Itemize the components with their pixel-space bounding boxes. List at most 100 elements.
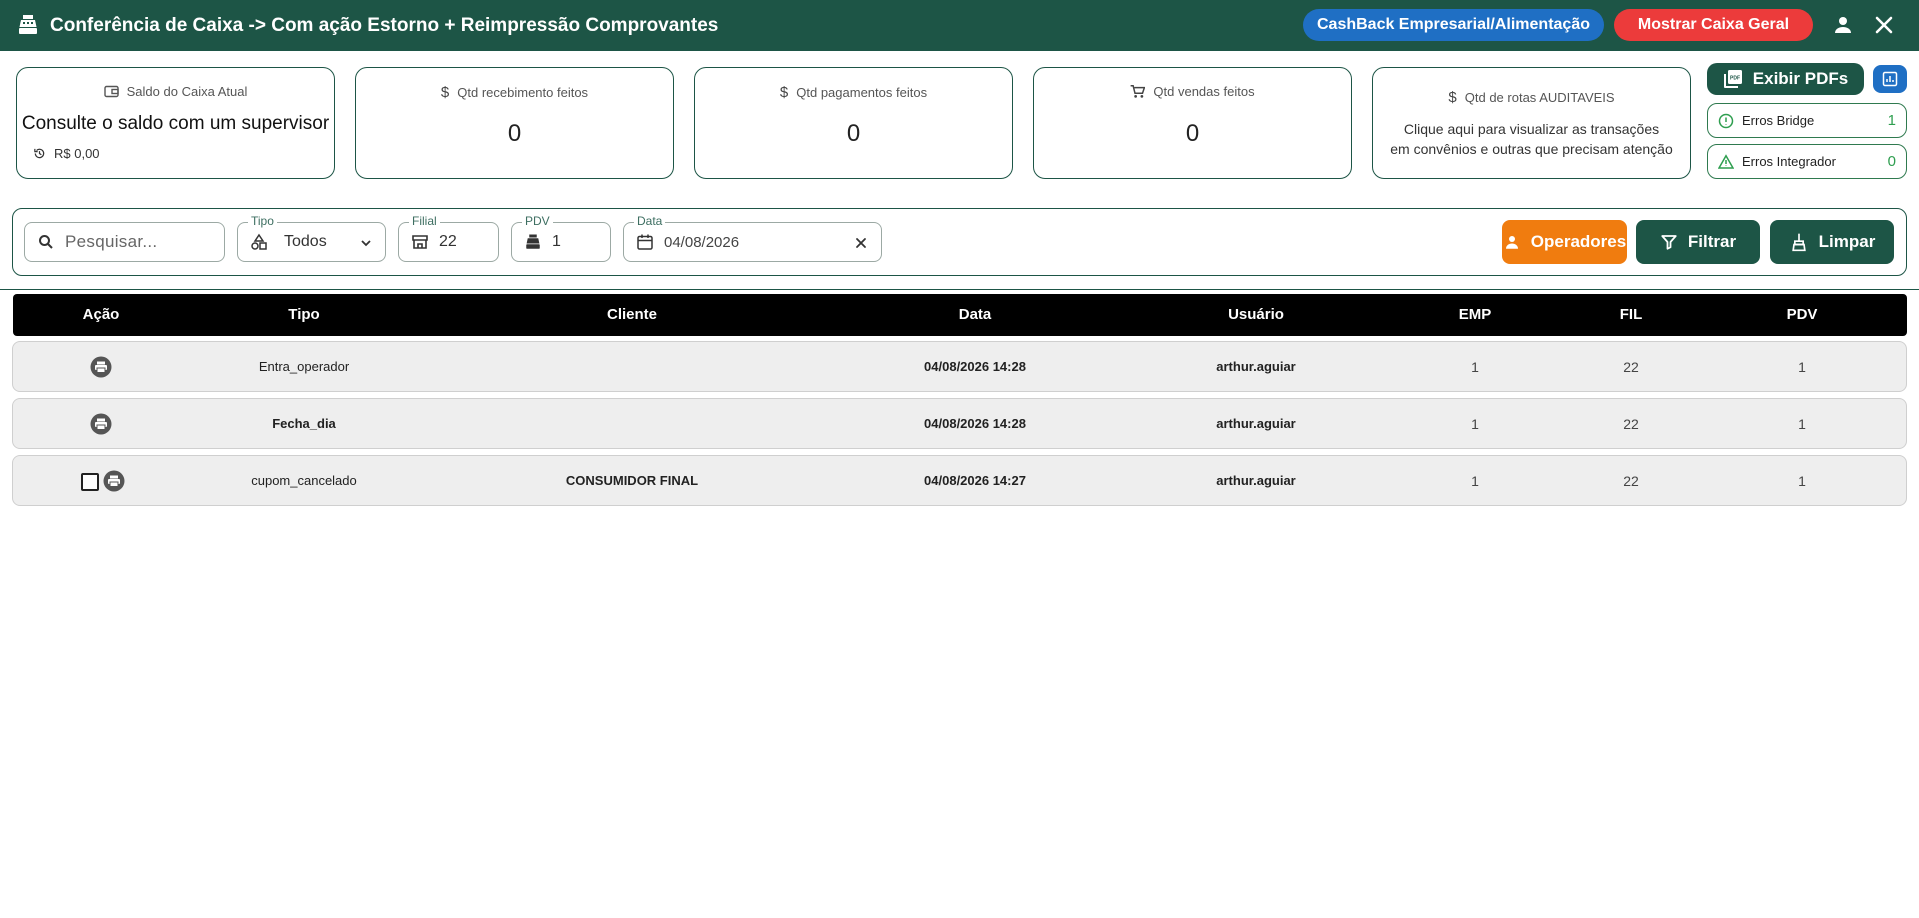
saldo-message: Consulte o saldo com um supervisor [21, 113, 330, 134]
col-header-data: Data [958, 306, 992, 323]
row-checkbox[interactable] [81, 473, 99, 491]
col-header-tipo: Tipo [288, 306, 320, 323]
cash-register-icon [19, 15, 37, 34]
date-label: Data [634, 214, 666, 228]
cell-usuario: arthur.aguiar [1216, 473, 1296, 488]
limpar-label: Limpar [1818, 232, 1876, 251]
date-value: 04/08/2026 [664, 233, 740, 251]
vendas-card[interactable]: Qtd vendas feitos 0 [1033, 67, 1352, 179]
print-icon[interactable] [90, 413, 112, 435]
pdv-label: PDV [522, 214, 553, 228]
person-icon[interactable] [1831, 13, 1855, 37]
page-title: Conferência de Caixa -> Com ação Estorno… [50, 15, 719, 36]
cell-usuario: arthur.aguiar [1216, 416, 1296, 431]
erros-bridge-count: 1 [1887, 112, 1896, 129]
date-field[interactable]: Data 04/08/2026 [623, 214, 882, 262]
calendar-icon [637, 234, 653, 250]
show-caixa-geral-button[interactable]: Mostrar Caixa Geral [1614, 9, 1813, 41]
warning-icon [1718, 153, 1734, 169]
filtrar-button[interactable]: Filtrar [1636, 220, 1760, 264]
col-header-acao: Ação [82, 306, 120, 323]
col-header-fil: FIL [1619, 306, 1643, 323]
cell-fil: 22 [1623, 473, 1639, 489]
saldo-card: Saldo do Caixa Atual Consulte o saldo co… [16, 67, 335, 179]
cell-pdv: 1 [1798, 416, 1806, 432]
cart-icon [1131, 84, 1146, 98]
col-header-cliente: Cliente [606, 306, 658, 323]
erros-integrador-count: 0 [1887, 153, 1896, 170]
store-icon [412, 235, 428, 249]
recebimentos-card[interactable]: $ Qtd recebimento feitos 0 [355, 67, 674, 179]
cell-data: 04/08/2026 14:28 [924, 416, 1026, 431]
erros-bridge-indicator[interactable]: Erros Bridge 1 [1707, 103, 1907, 138]
pdv-value: 1 [552, 233, 561, 250]
cell-emp: 1 [1471, 473, 1479, 489]
erros-bridge-label: Erros Bridge [1742, 113, 1815, 128]
print-icon[interactable] [103, 470, 125, 492]
filial-field[interactable]: Filial 22 [398, 214, 499, 262]
cash-register-icon [526, 234, 540, 249]
pdf-icon: PDF [1723, 70, 1742, 88]
pdv-field[interactable]: PDV 1 [511, 214, 611, 262]
top-bar: Conferência de Caixa -> Com ação Estorno… [0, 0, 1919, 51]
recebimentos-value: 0 [507, 120, 522, 147]
dollar-icon: $ [1448, 89, 1457, 106]
info-circle-icon [1718, 113, 1734, 128]
pagamentos-card[interactable]: $ Qtd pagamentos feitos 0 [694, 67, 1013, 179]
filter-icon [1661, 235, 1677, 250]
chart-icon [1882, 71, 1898, 87]
cell-emp: 1 [1471, 416, 1479, 432]
saldo-amount: R$ 0,00 [54, 146, 100, 161]
tipo-select[interactable]: Tipo Todos [237, 214, 386, 262]
erros-integrador-indicator[interactable]: Erros Integrador 0 [1707, 144, 1907, 179]
print-icon[interactable] [90, 356, 112, 378]
col-header-emp: EMP [1458, 306, 1492, 323]
cell-pdv: 1 [1798, 359, 1806, 375]
broom-icon [1791, 233, 1806, 252]
cell-fil: 22 [1623, 359, 1639, 375]
cashback-button[interactable]: CashBack Empresarial/Alimentação [1303, 9, 1604, 41]
rotas-card[interactable]: $ Qtd de rotas AUDITAVEIS Clique aqui pa… [1372, 67, 1691, 179]
dollar-icon: $ [440, 84, 450, 101]
recebimentos-label: Qtd recebimento feitos [457, 85, 589, 100]
operadores-button[interactable]: Operadores [1502, 220, 1627, 264]
dollar-icon: $ [779, 84, 789, 101]
divider [0, 289, 1919, 290]
filial-label: Filial [409, 214, 440, 228]
shapes-icon [251, 233, 267, 250]
person-icon [1505, 236, 1518, 249]
cell-tipo: Entra_operador [258, 359, 350, 374]
cell-usuario: arthur.aguiar [1216, 359, 1296, 374]
operadores-label: Operadores [1530, 232, 1627, 251]
table-header: Ação Tipo Cliente Data Usuário EMP FIL P… [13, 294, 1907, 336]
col-header-usuario: Usuário [1228, 306, 1284, 323]
table-row[interactable]: Fecha_dia 04/08/2026 14:28 arthur.aguiar… [12, 398, 1907, 449]
cell-pdv: 1 [1798, 473, 1806, 489]
vendas-value: 0 [1185, 120, 1200, 147]
clear-icon[interactable] [853, 235, 869, 251]
saldo-label: Saldo do Caixa Atual [126, 84, 248, 99]
col-header-pdv: PDV [1786, 306, 1818, 323]
chevron-down-icon [361, 240, 371, 247]
table-row[interactable]: Entra_operador 04/08/2026 14:28 arthur.a… [12, 341, 1907, 392]
search-icon [39, 235, 53, 249]
cell-fil: 22 [1623, 416, 1639, 432]
pagamentos-value: 0 [846, 120, 861, 147]
filtrar-label: Filtrar [1687, 232, 1737, 251]
cell-tipo: Fecha_dia [272, 416, 336, 431]
filial-value: 22 [439, 233, 457, 250]
limpar-button[interactable]: Limpar [1770, 220, 1894, 264]
cell-emp: 1 [1471, 359, 1479, 375]
report-button[interactable] [1873, 65, 1907, 93]
close-icon[interactable] [1872, 13, 1896, 37]
rotas-description-line2: em convênios e outras que precisam atenç… [1390, 141, 1673, 157]
history-icon [34, 148, 45, 159]
search-placeholder: Pesquisar... [65, 232, 158, 251]
pagamentos-label: Qtd pagamentos feitos [796, 85, 928, 100]
exibir-pdfs-label: Exibir PDFs [1752, 69, 1849, 88]
tipo-label: Tipo [248, 214, 277, 228]
search-input[interactable]: Pesquisar... [24, 222, 225, 262]
cell-cliente: CONSUMIDOR FINAL [565, 473, 699, 488]
exibir-pdfs-button[interactable]: PDF Exibir PDFs [1707, 63, 1864, 95]
table-row[interactable]: cupom_cancelado CONSUMIDOR FINAL 04/08/2… [12, 455, 1907, 506]
